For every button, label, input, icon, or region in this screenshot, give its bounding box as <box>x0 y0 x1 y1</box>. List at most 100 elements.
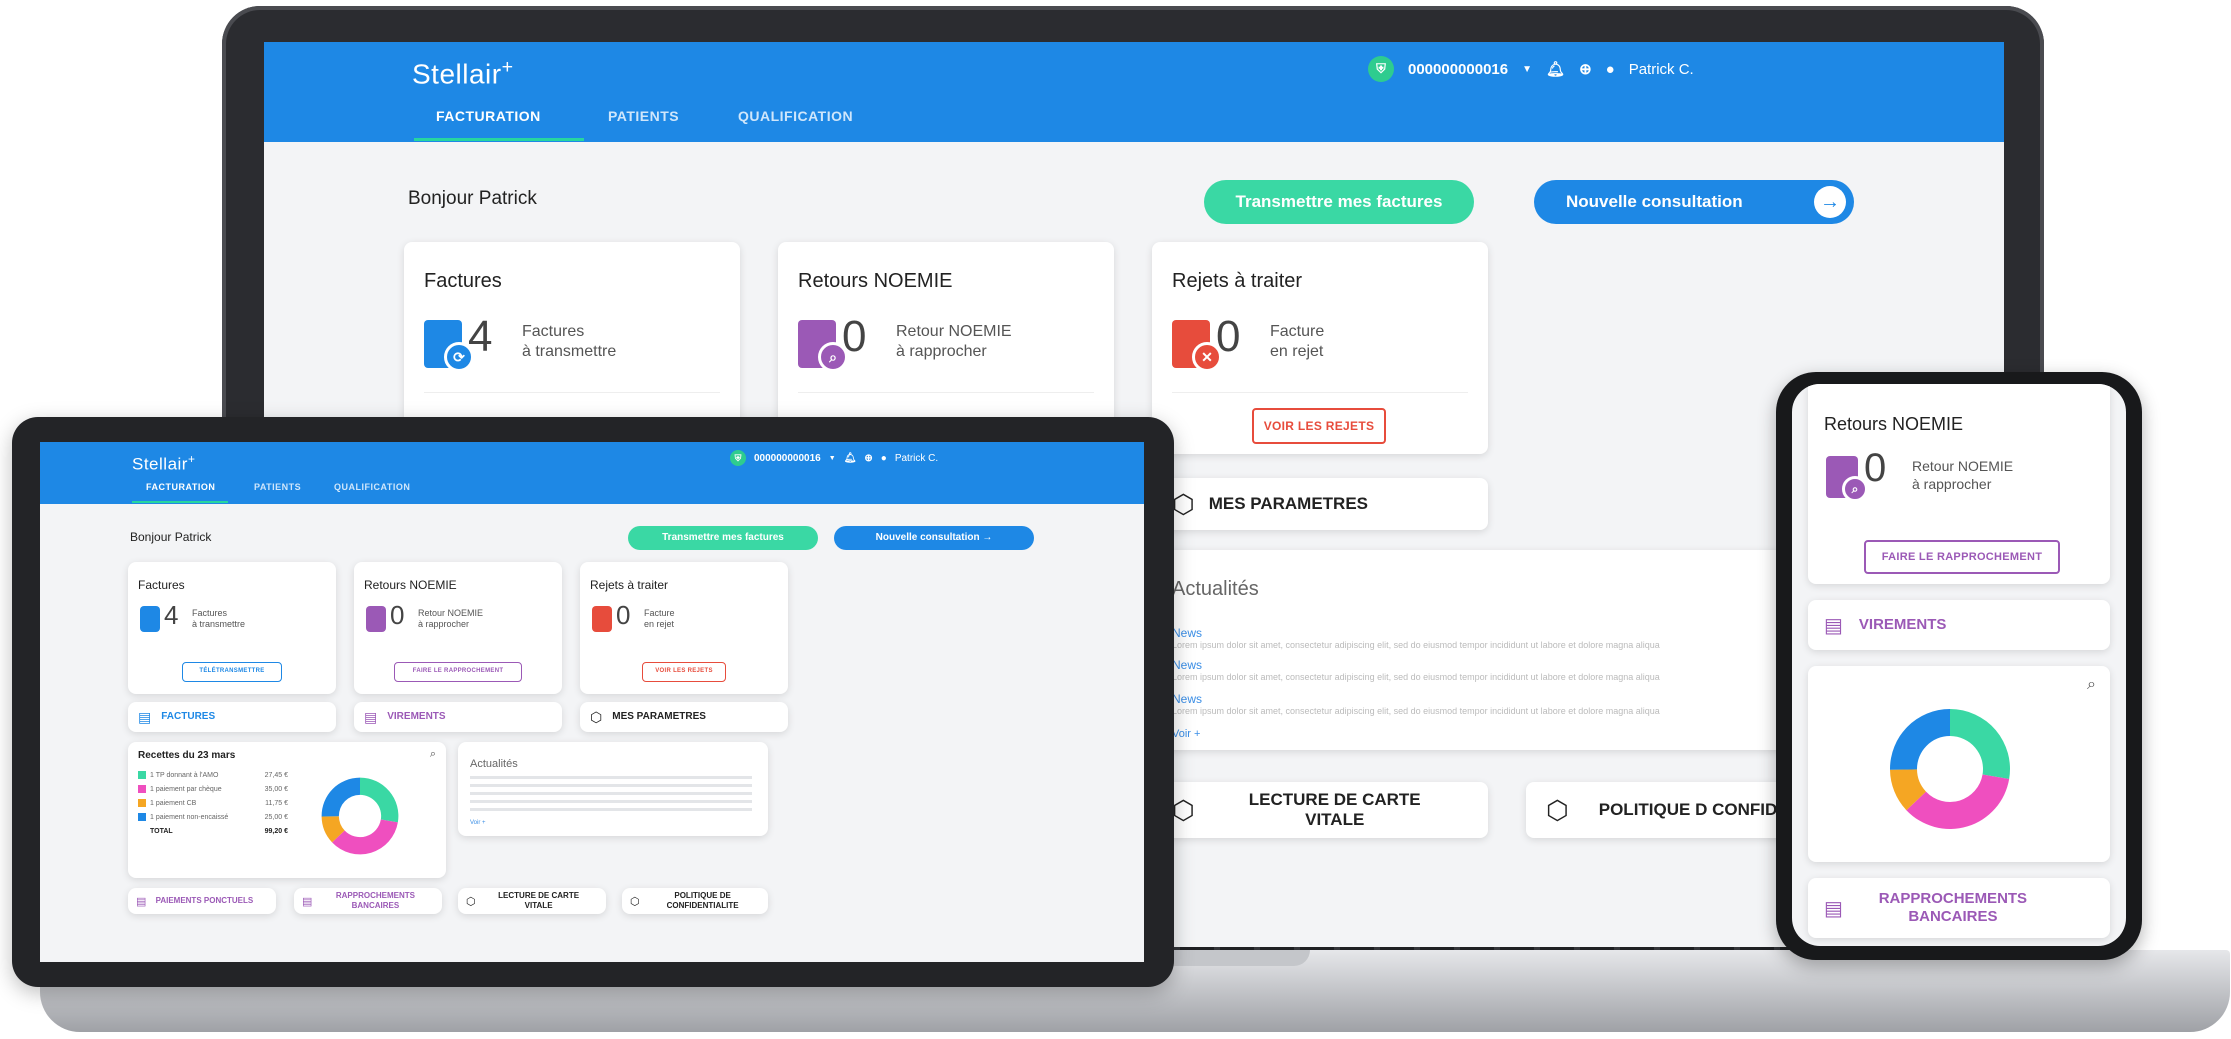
rejets-label: Facture en rejet <box>644 608 675 630</box>
user-icon[interactable]: ● <box>881 453 887 464</box>
tab-patients[interactable]: PATIENTS <box>608 108 679 124</box>
reject-icon <box>592 606 612 632</box>
news-item[interactable]: News <box>1172 692 1202 706</box>
donut-slice <box>360 777 399 823</box>
card-rejets: Rejets à traiter ✕ 0 Facture en rejet VOI… <box>1152 242 1488 454</box>
factures-label: Factures à transmettre <box>192 608 246 630</box>
new-consultation-button[interactable]: Nouvelle consultation → <box>834 526 1034 550</box>
bell-icon[interactable]: 🔔︎ <box>844 453 857 464</box>
tile-politique[interactable]: ⬡ POLITIQUE DE CONFIDENTIALITE <box>622 888 768 914</box>
news-body: Lorem ipsum dolor sit amet, consectetur … <box>1172 706 1660 716</box>
chevron-down-icon[interactable]: ▼ <box>829 455 836 462</box>
news-item[interactable]: News <box>1172 626 1202 640</box>
rejets-label: Facture en rejet <box>1270 323 1325 360</box>
tile-rapprochements[interactable]: ▤ RAPPROCHEMENTS BANCAIRES <box>294 888 442 914</box>
teletransmit-button[interactable]: TÉLÉTRANSMETTRE <box>182 662 282 682</box>
box-icon: ⬡ <box>1546 794 1569 825</box>
arrow-right-icon: → <box>982 532 993 543</box>
tile-virements[interactable]: ▤ VIREMENTS <box>1808 600 2110 650</box>
noemie-label: Retour NOEMIE à rapprocher <box>896 323 1012 360</box>
tile-paiements[interactable]: ▤ PAIEMENTS PONCTUELS <box>128 888 276 914</box>
legend-swatch <box>138 813 146 821</box>
account-selector[interactable]: 000000000016 <box>754 453 821 464</box>
transmit-invoices-button[interactable]: Transmettre mes factures <box>628 526 818 550</box>
recettes-list: 1 TP donnant à l'AMO 27,45 € 1 paiement p… <box>138 768 288 838</box>
recette-row: 1 paiement CB 11,75 € <box>138 796 288 810</box>
arrow-right-icon: → <box>1814 186 1846 218</box>
recettes-donut-chart <box>321 777 399 855</box>
top-navbar: Stellair+ FACTURATION PATIENTS QUALIFICA… <box>40 442 1144 504</box>
bank-icon: ▤ <box>302 895 313 908</box>
tablet-screen: Stellair+ FACTURATION PATIENTS QUALIFICA… <box>40 442 1144 962</box>
tile-parametres[interactable]: ⬡ MES PARAMETRES <box>580 702 788 732</box>
view-rejects-button[interactable]: VOIR LES REJETS <box>1252 408 1386 444</box>
noemie-count: 0 <box>1864 446 1887 490</box>
tile-carte-vitale[interactable]: ⬡ LECTURE DE CARTE VITALE <box>1152 782 1488 838</box>
tile-virements[interactable]: ▤ VIREMENTS <box>354 702 562 732</box>
divider <box>1172 392 1468 393</box>
tab-facturation[interactable]: FACTURATION <box>146 482 215 492</box>
tab-qualification[interactable]: QUALIFICATION <box>334 482 410 492</box>
donut-slice <box>1950 709 2010 780</box>
tab-qualification[interactable]: QUALIFICATION <box>738 108 853 124</box>
new-consultation-button[interactable]: Nouvelle consultation → <box>1534 180 1854 224</box>
help-icon[interactable]: ⊕ <box>864 453 872 464</box>
user-name[interactable]: Patrick C. <box>1629 61 1694 78</box>
news-more-link[interactable]: Voir + <box>470 820 486 826</box>
brand-logo[interactable]: Stellair+ <box>412 56 514 90</box>
user-icon[interactable]: ● <box>1606 61 1615 78</box>
news-body: Lorem ipsum dolor sit amet, consectetur … <box>1172 672 1660 682</box>
transmit-invoices-button[interactable]: Transmettre mes factures <box>1204 180 1474 224</box>
donut-slice <box>332 819 398 855</box>
reconcile-button[interactable]: FAIRE LE RAPPROCHEMENT <box>394 662 522 682</box>
tile-rapprochements[interactable]: ▤ RAPPROCHEMENTS BANCAIRES <box>1808 878 2110 938</box>
invoice-icon <box>140 606 160 632</box>
donut-slice <box>321 777 360 817</box>
noemie-label: Retour NOEMIE à rapprocher <box>418 608 484 630</box>
tile-carte-vitale[interactable]: ⬡ LECTURE DE CARTE VITALE <box>458 888 606 914</box>
tab-facturation[interactable]: FACTURATION <box>436 108 541 124</box>
view-rejects-button[interactable]: VOIR LES REJETS <box>642 662 726 682</box>
news-title: Actualités <box>1172 578 1259 600</box>
zoom-icon[interactable]: ⌕ <box>2087 676 2096 694</box>
invoice-icon: ⟳ <box>424 320 474 372</box>
bell-icon[interactable]: 🔔︎ <box>1546 60 1565 78</box>
divider <box>424 392 720 393</box>
zoom-icon[interactable]: ⌕ <box>430 748 436 761</box>
news-more-link[interactable]: Voir + <box>1172 728 1200 740</box>
tile-parametres[interactable]: ⬡ MES PARAMETRES <box>1152 478 1488 530</box>
card-title: Retours NOEMIE <box>1824 414 1964 434</box>
factures-label: Factures à transmettre <box>522 323 617 360</box>
help-icon[interactable]: ⊕ <box>1579 60 1592 78</box>
news-item[interactable]: News <box>1172 658 1202 672</box>
news-title: Actualités <box>470 758 518 770</box>
factures-count: 4 <box>468 312 493 361</box>
news-lines <box>470 776 752 816</box>
rejets-count: 0 <box>616 600 631 630</box>
noemie-icon: ⌕ <box>1826 456 1868 502</box>
user-name[interactable]: Patrick C. <box>895 453 938 464</box>
card-factures: Factures 4 Factures à transmettre TÉLÉTRA… <box>128 562 336 694</box>
card-rejets: Rejets à traiter 0 Facture en rejet VOIR … <box>580 562 788 694</box>
recette-row: 1 paiement par chèque 35,00 € <box>138 782 288 796</box>
tab-patients[interactable]: PATIENTS <box>254 482 301 492</box>
noemie-count: 0 <box>842 312 867 361</box>
reconcile-button[interactable]: FAIRE LE RAPPROCHEMENT <box>1864 540 2060 574</box>
account-selector[interactable]: 000000000016 <box>1408 61 1508 78</box>
card-noemie: Retours NOEMIE ⌕ 0 Retour NOEMIE à rappro… <box>1808 384 2110 584</box>
recettes-title: Recettes du 23 mars <box>138 750 236 761</box>
box-icon: ⬡ <box>466 895 476 908</box>
noemie-icon <box>366 606 386 632</box>
greeting: Bonjour Patrick <box>130 530 212 544</box>
legend-swatch <box>138 771 146 779</box>
tile-label: POLITIQUE DE CONFIDENTIALITE <box>666 891 739 910</box>
chevron-down-icon[interactable]: ▼ <box>1522 64 1532 75</box>
news-body: Lorem ipsum dolor sit amet, consectetur … <box>1172 640 1660 650</box>
tile-factures[interactable]: ▤ FACTURES <box>128 702 336 732</box>
tile-label: FACTURES <box>161 711 216 722</box>
tile-label: MES PARAMETRES <box>612 711 706 722</box>
top-navbar: Stellair+ FACTURATION PATIENTS QUALIFICA… <box>264 42 2004 142</box>
brand-logo[interactable]: Stellair+ <box>132 452 195 475</box>
news-panel: Actualités Voir + <box>458 742 768 836</box>
noemie-count: 0 <box>390 600 405 630</box>
